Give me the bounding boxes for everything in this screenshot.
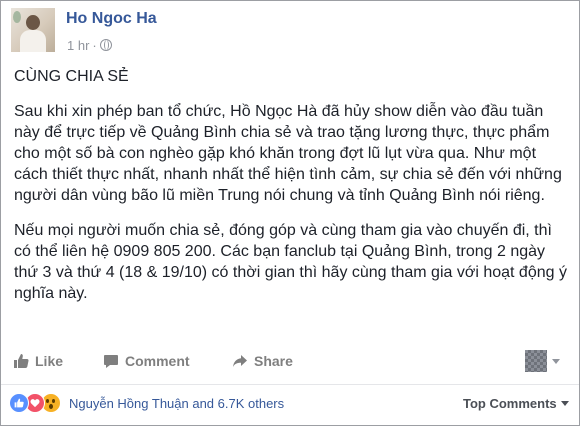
comment-icon [104,355,118,368]
reactions-summary-link[interactable]: Nguyễn Hồng Thuận and 6.7K others [69,396,284,411]
globe-icon[interactable] [99,39,112,51]
post-timestamp[interactable]: 1 hr [67,38,89,53]
top-comments-label: Top Comments [463,396,557,411]
meta-separator: · [92,38,97,53]
author-avatar[interactable] [11,8,55,52]
chevron-down-icon[interactable] [552,359,560,364]
commenter-avatar[interactable] [525,350,547,372]
like-button[interactable]: Like [13,353,63,369]
post-card: Ho Ngoc Ha 1 hr · CÙNG CHIA SẺ Sau khi xi… [0,0,580,426]
share-label: Share [254,353,293,369]
like-label: Like [35,353,64,369]
share-button[interactable]: Share [232,353,293,369]
caret-down-icon [560,401,569,406]
top-comments-dropdown[interactable]: Top Comments [463,396,569,411]
thumbs-up-icon [14,354,29,368]
reaction-summary: Nguyễn Hồng Thuận and 6.7K others Top Co… [1,385,579,425]
post-body: CÙNG CHIA SẺ Sau khi xin phép ban tổ chứ… [14,66,570,318]
share-icon [233,355,247,367]
action-bar: Like Comment Share [1,344,579,382]
post-paragraph: Sau khi xin phép ban tổ chức, Hồ Ngọc Hà… [14,103,562,204]
comment-button[interactable]: Comment [103,353,190,369]
author-name[interactable]: Ho Ngoc Ha [66,10,157,28]
post-paragraph: Nếu mọi người muốn chia sẻ, đóng góp và … [14,222,567,302]
like-icon[interactable] [9,393,29,413]
post-heading: CÙNG CHIA SẺ [14,68,129,85]
comment-label: Comment [125,353,190,369]
post-meta: 1 hr · [67,38,112,53]
